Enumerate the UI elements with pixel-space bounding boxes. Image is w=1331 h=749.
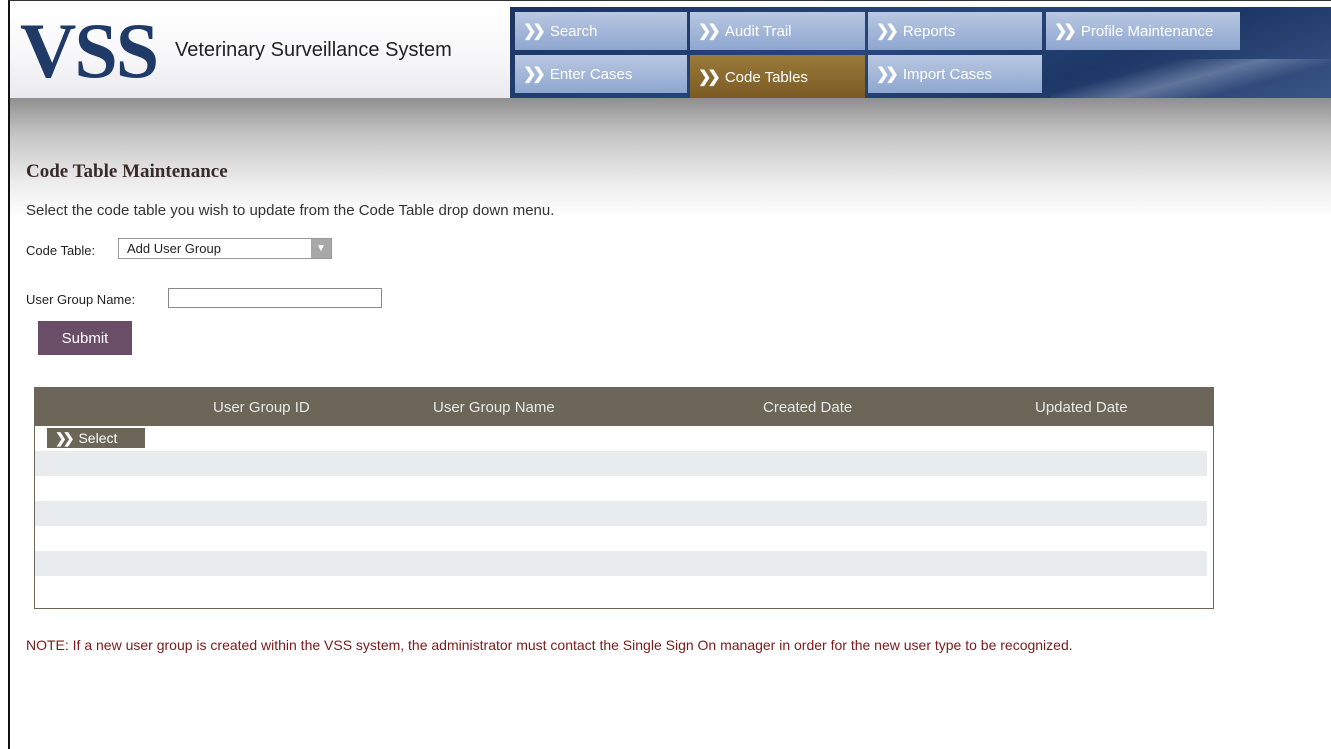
table-row (35, 476, 1207, 501)
chevron-right-icon: ❯❯ (1054, 23, 1077, 40)
chevron-right-icon: ❯❯ (55, 429, 75, 446)
nav-enter-cases-label: Enter Cases (549, 65, 633, 83)
nav-profile-maintenance-label: Profile Maintenance (1080, 22, 1214, 40)
table-row (35, 426, 1207, 451)
chevron-right-icon: ❯❯ (876, 23, 899, 40)
column-header-created-date[interactable]: Created Date (763, 399, 852, 416)
nav-audit-trail-label: Audit Trail (724, 22, 792, 40)
nav-audit-trail[interactable]: ❯❯ Audit Trail (690, 12, 865, 50)
logo-area: VSS Veterinary Surveillance System (10, 7, 510, 99)
table-header: User Group ID User Group Name Created Da… (35, 388, 1213, 426)
header-shadow-band (10, 98, 1331, 218)
nav-reports-label: Reports (902, 22, 956, 40)
table-row (35, 576, 1207, 601)
submit-button[interactable]: Submit (38, 321, 132, 355)
table-row (35, 501, 1207, 526)
nav-enter-cases[interactable]: ❯❯ Enter Cases (515, 55, 687, 93)
chevron-down-icon[interactable]: ▼ (311, 239, 331, 258)
user-group-name-label: User Group Name: (26, 292, 136, 307)
select-button-label: Select (78, 430, 118, 446)
sso-note: NOTE: If a new user group is created wit… (26, 637, 1073, 653)
nav-import-cases[interactable]: ❯❯ Import Cases (868, 55, 1042, 93)
chevron-right-icon: ❯❯ (698, 23, 721, 40)
nav-reports[interactable]: ❯❯ Reports (868, 12, 1042, 50)
chevron-right-icon: ❯❯ (523, 66, 546, 83)
table-row (35, 551, 1207, 576)
chevron-right-icon: ❯❯ (698, 69, 721, 86)
user-group-name-input[interactable] (168, 288, 382, 308)
chevron-right-icon: ❯❯ (876, 66, 899, 83)
user-group-table: User Group ID User Group Name Created Da… (34, 387, 1214, 609)
nav-import-cases-label: Import Cases (902, 65, 993, 83)
app-frame: VSS Veterinary Surveillance System ❯❯ Se… (8, 0, 1331, 749)
nav-decoration (1050, 59, 1331, 99)
nav-code-tables[interactable]: ❯❯ Code Tables (690, 55, 865, 99)
nav-code-tables-label: Code Tables (724, 68, 808, 86)
column-header-user-group-name[interactable]: User Group Name (433, 399, 555, 416)
nav-search-label: Search (549, 22, 598, 40)
table-row (35, 451, 1207, 476)
code-table-value: Add User Group (127, 241, 221, 256)
select-button[interactable]: ❯❯ Select (47, 428, 145, 448)
page-title: Code Table Maintenance (26, 161, 228, 182)
code-table-select[interactable]: Add User Group ▼ (118, 238, 332, 259)
header: VSS Veterinary Surveillance System ❯❯ Se… (10, 7, 1331, 104)
chevron-right-icon: ❯❯ (523, 23, 546, 40)
nav-profile-maintenance[interactable]: ❯❯ Profile Maintenance (1046, 12, 1240, 50)
logo: VSS (20, 7, 159, 94)
column-header-user-group-id[interactable]: User Group ID (213, 399, 310, 416)
page-instructions: Select the code table you wish to update… (26, 202, 555, 219)
code-table-label: Code Table: (26, 243, 96, 258)
app-name: Veterinary Surveillance System (175, 39, 452, 61)
column-header-updated-date[interactable]: Updated Date (1035, 399, 1128, 416)
nav-search[interactable]: ❯❯ Search (515, 12, 687, 50)
table-row (35, 526, 1207, 551)
